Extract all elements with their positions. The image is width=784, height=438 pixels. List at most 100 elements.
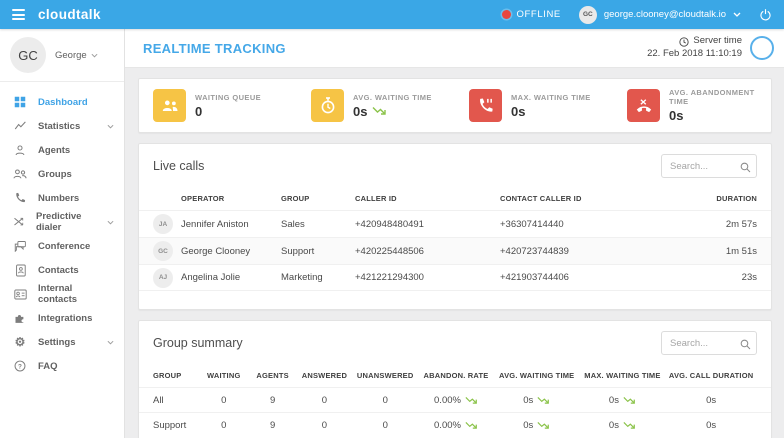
group-summary-table: GROUP WAITING AGENTS ANSWERED UNANSWERED… <box>139 357 771 437</box>
col-unanswered: UNANSWERED <box>352 371 418 380</box>
table-row: JA Jennifer Aniston Sales +420948480491 … <box>139 210 771 237</box>
trend-down-icon <box>537 421 550 430</box>
stat-avg-waiting-time: AVG. WAITING TIME 0s <box>297 89 455 122</box>
stopwatch-icon <box>311 89 344 122</box>
offline-label: OFFLINE <box>517 9 561 20</box>
duration: 1m 51s <box>657 246 757 257</box>
agents-icon <box>13 144 27 157</box>
group-name: Marketing <box>281 272 355 283</box>
offline-dot-icon <box>502 10 511 19</box>
sidebar-item-groups[interactable]: Groups <box>0 162 124 186</box>
avg-waiting-time: 0s <box>494 420 580 431</box>
sidebar-item-integrations[interactable]: Integrations <box>0 306 124 330</box>
sidebar-user: GC George <box>0 29 124 82</box>
hamburger-menu-icon[interactable] <box>12 9 25 20</box>
sidebar-item-faq[interactable]: ? FAQ <box>0 354 124 378</box>
stat-label: AVG. ABANDONMENT TIME <box>669 88 771 106</box>
duration: 2m 57s <box>657 219 757 230</box>
live-calls-card: Live calls OPERATOR GROUP CALLER ID CO <box>138 143 772 310</box>
agents: 9 <box>249 395 297 406</box>
internal-contacts-icon <box>13 289 27 300</box>
answered: 0 <box>297 395 353 406</box>
col-duration: DURATION <box>657 194 757 203</box>
stat-label: AVG. WAITING TIME <box>353 93 432 102</box>
stat-waiting-queue: WAITING QUEUE 0 <box>139 89 297 122</box>
sidebar: GC George Dashboard Statistics <box>0 29 125 438</box>
sidebar-item-contacts[interactable]: Contacts <box>0 258 124 282</box>
contact-caller-id: +420723744839 <box>500 246 657 257</box>
user-menu[interactable]: GC george.clooney@cloudtalk.io <box>579 6 741 24</box>
search-icon[interactable] <box>740 337 751 355</box>
trend-down-icon <box>623 421 636 430</box>
chevron-down-icon <box>733 12 741 17</box>
page-header: REALTIME TRACKING Server time 22. Feb 20… <box>125 29 784 68</box>
app-window: cloudtalk OFFLINE GC george.clooney@clou… <box>0 0 784 438</box>
topbar: cloudtalk OFFLINE GC george.clooney@clou… <box>0 0 784 29</box>
phone-missed-icon <box>627 89 660 122</box>
sidebar-item-predictive-dialer[interactable]: Predictive dialer <box>0 210 124 234</box>
stat-value: 0s <box>669 108 771 123</box>
caller-id: +420948480491 <box>355 219 500 230</box>
integrations-puzzle-icon <box>13 312 27 324</box>
server-time-value: 22. Feb 2018 11:10:19 <box>647 48 742 61</box>
clock-icon <box>679 37 689 47</box>
avg-call-duration: 0s <box>665 420 757 431</box>
sidebar-item-settings[interactable]: ⚙ Settings <box>0 330 124 354</box>
avg-waiting-time: 0s <box>494 395 580 406</box>
col-avg-call-duration: AVG. CALL DURATION <box>665 371 757 380</box>
col-max-waiting-time: MAX. WAITING TIME <box>580 371 666 380</box>
app-logo[interactable]: cloudtalk <box>38 7 101 22</box>
caller-id: +420225448506 <box>355 246 500 257</box>
trend-down-icon <box>623 396 636 405</box>
stat-label: WAITING QUEUE <box>195 93 261 102</box>
sidebar-item-internal-contacts[interactable]: Internal contacts <box>0 282 124 306</box>
table-row: AJ Angelina Jolie Marketing +42122129430… <box>139 264 771 291</box>
agents: 9 <box>249 420 297 431</box>
user-name-dropdown[interactable]: George <box>55 50 98 61</box>
predictive-dialer-icon <box>13 216 25 228</box>
stat-label: MAX. WAITING TIME <box>511 93 591 102</box>
sidebar-item-numbers[interactable]: Numbers <box>0 186 124 210</box>
sidebar-item-agents[interactable]: Agents <box>0 138 124 162</box>
chevron-down-icon <box>107 220 114 225</box>
operator-name: George Clooney <box>181 246 281 257</box>
page-title: REALTIME TRACKING <box>143 41 286 56</box>
contacts-icon <box>13 264 27 277</box>
abandon-rate: 0.00% <box>418 395 494 406</box>
stats-card: WAITING QUEUE 0 AVG. WAITING TIME 0s <box>138 78 772 133</box>
logout-power-icon[interactable] <box>759 8 772 21</box>
col-agents: AGENTS <box>249 371 297 380</box>
operator-name: Jennifer Aniston <box>181 219 281 230</box>
table-row: GC George Clooney Support +420225448506 … <box>139 237 771 264</box>
trend-down-icon <box>372 106 387 116</box>
sidebar-item-statistics[interactable]: Statistics <box>0 114 124 138</box>
col-avg-waiting-time: AVG. WAITING TIME <box>494 371 580 380</box>
operator-name: Angelina Jolie <box>181 272 281 283</box>
stat-avg-abandonment-time: AVG. ABANDONMENT TIME 0s <box>613 88 771 123</box>
col-operator: OPERATOR <box>181 194 281 203</box>
sidebar-item-conference[interactable]: Conference <box>0 234 124 258</box>
avg-call-duration: 0s <box>665 395 757 406</box>
live-calls-search <box>661 154 757 178</box>
group-summary-card: Group summary GROUP WAITING AGENTS ANSWE… <box>138 320 772 438</box>
statistics-icon <box>13 120 27 132</box>
col-abandon-rate: ABANDON. RATE <box>418 371 494 380</box>
group-summary-title: Group summary <box>153 336 243 350</box>
avatar: AJ <box>153 268 173 288</box>
chevron-down-icon <box>107 124 114 129</box>
table-header-row: OPERATOR GROUP CALLER ID CONTACT CALLER … <box>139 180 771 210</box>
col-group: GROUP <box>281 194 355 203</box>
caller-id: +421221294300 <box>355 272 500 283</box>
server-time-label: Server time <box>693 35 742 48</box>
sidebar-item-dashboard[interactable]: Dashboard <box>0 90 124 114</box>
trend-down-icon <box>465 421 478 430</box>
phone-paused-icon <box>469 89 502 122</box>
stat-value: 0s <box>353 104 432 119</box>
search-icon[interactable] <box>740 160 751 178</box>
group-name: All <box>153 395 199 406</box>
waiting: 0 <box>199 420 249 431</box>
col-answered: ANSWERED <box>297 371 353 380</box>
server-time: Server time 22. Feb 2018 11:10:19 <box>647 35 742 61</box>
live-calls-table: OPERATOR GROUP CALLER ID CONTACT CALLER … <box>139 180 771 309</box>
chevron-down-icon <box>107 340 114 345</box>
